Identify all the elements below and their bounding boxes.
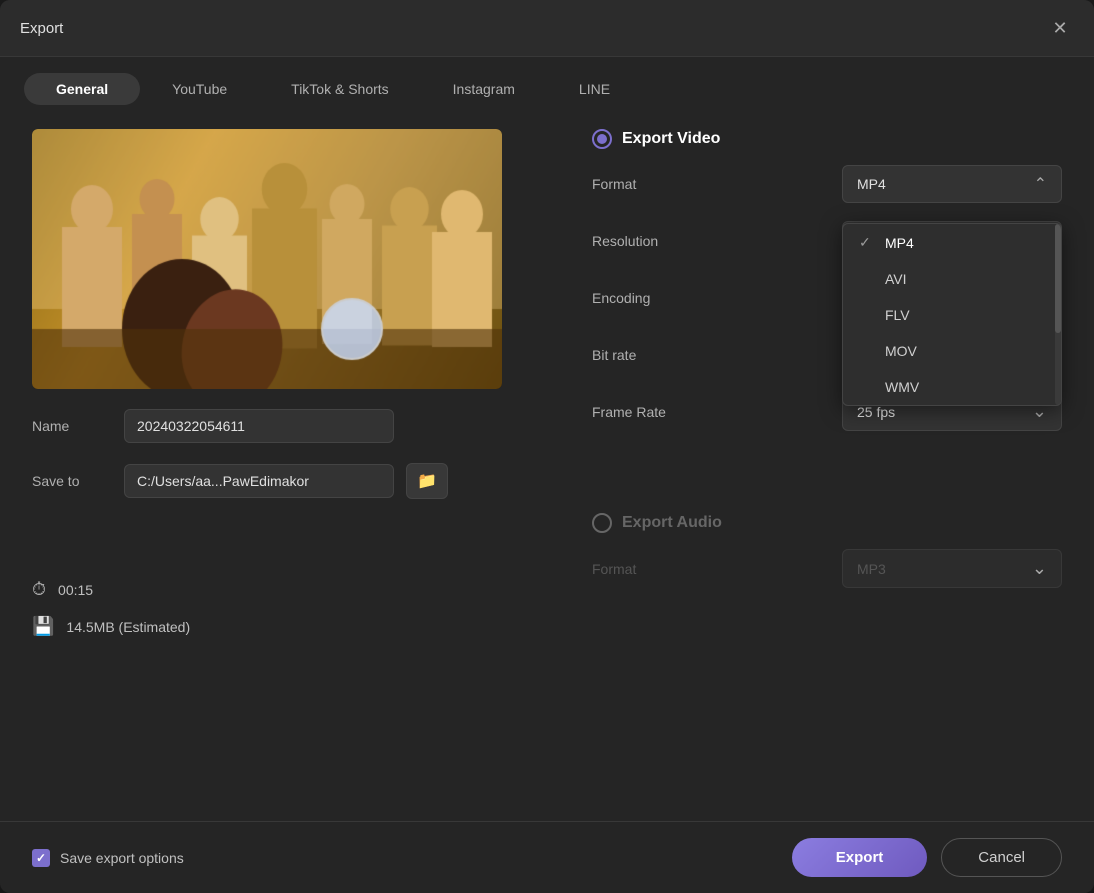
filesize-stat: 💾 14.5MB (Estimated)	[32, 616, 552, 637]
framerate-label: Frame Rate	[592, 404, 666, 420]
dropdown-item-wmv[interactable]: WMV	[843, 369, 1061, 405]
filesize-value: 14.5MB (Estimated)	[66, 619, 190, 635]
option-avi: AVI	[885, 271, 907, 287]
stats-section: ⏱ 00:15 💾 14.5MB (Estimated)	[32, 579, 552, 637]
export-audio-title: Export Audio	[622, 514, 722, 532]
scrollbar-track	[1055, 224, 1061, 405]
scrollbar-thumb[interactable]	[1055, 224, 1061, 333]
option-mov: MOV	[885, 343, 917, 359]
save-path-input[interactable]	[124, 464, 394, 498]
format-select[interactable]: MP4	[842, 165, 1062, 203]
chevron-up-icon	[1034, 174, 1047, 194]
export-video-title: Export Video	[622, 130, 720, 148]
titlebar: Export ✕	[0, 0, 1094, 57]
format-row: Format MP4 ✓ MP4 AVI	[592, 165, 1062, 203]
tab-general[interactable]: General	[24, 73, 140, 105]
name-row: Name	[32, 409, 552, 443]
audio-format-value: MP3	[857, 561, 886, 577]
main-content: Name Save to 📁 ⏱ 00:15 💾 14.5MB (	[0, 105, 1094, 821]
footer: Save export options Export Cancel	[0, 821, 1094, 893]
save-options-checkbox[interactable]	[32, 849, 50, 867]
format-label: Format	[592, 176, 636, 192]
export-button[interactable]: Export	[792, 838, 928, 877]
export-video-section: Export Video Format MP4 ✓ MP4	[592, 129, 1062, 449]
browse-folder-button[interactable]: 📁	[406, 463, 448, 499]
tab-instagram[interactable]: Instagram	[421, 73, 547, 105]
footer-buttons: Export Cancel	[792, 838, 1062, 877]
resolution-label: Resolution	[592, 233, 658, 249]
name-label: Name	[32, 418, 112, 434]
cancel-button[interactable]: Cancel	[941, 838, 1062, 877]
folder-icon: 📁	[417, 471, 437, 491]
format-value: MP4	[857, 176, 886, 192]
disk-icon: 💾	[32, 616, 54, 637]
dialog-title: Export	[20, 20, 63, 37]
right-panel: Export Video Format MP4 ✓ MP4	[592, 129, 1062, 797]
video-preview	[32, 129, 502, 389]
tabs-bar: General YouTube TikTok & Shorts Instagra…	[0, 57, 1094, 105]
encoding-label: Encoding	[592, 290, 650, 306]
export-audio-radio[interactable]	[592, 513, 612, 533]
option-flv: FLV	[885, 307, 910, 323]
export-video-radio[interactable]	[592, 129, 612, 149]
check-icon: ✓	[859, 234, 875, 251]
export-dialog: Export ✕ General YouTube TikTok & Shorts…	[0, 0, 1094, 893]
dropdown-item-mov[interactable]: MOV	[843, 333, 1061, 369]
chevron-down-icon5	[1032, 558, 1047, 579]
save-options: Save export options	[32, 849, 184, 867]
bitrate-label: Bit rate	[592, 347, 636, 363]
option-wmv: WMV	[885, 379, 919, 395]
export-audio-header: Export Audio	[592, 513, 1062, 533]
audio-format-select: MP3	[842, 549, 1062, 588]
dropdown-item-mp4[interactable]: ✓ MP4	[843, 224, 1061, 261]
duration-stat: ⏱ 00:15	[32, 579, 552, 600]
save-options-label: Save export options	[60, 850, 184, 866]
save-to-label: Save to	[32, 473, 112, 489]
tab-youtube[interactable]: YouTube	[140, 73, 259, 105]
name-input[interactable]	[124, 409, 394, 443]
duration-value: 00:15	[58, 582, 93, 598]
dropdown-item-avi[interactable]: AVI	[843, 261, 1061, 297]
tab-tiktok[interactable]: TikTok & Shorts	[259, 73, 421, 105]
export-audio-section: Export Audio Format MP3	[592, 513, 1062, 606]
audio-format-row: Format MP3	[592, 549, 1062, 588]
format-dropdown: ✓ MP4 AVI FLV MOV	[842, 223, 1062, 406]
left-panel: Name Save to 📁 ⏱ 00:15 💾 14.5MB (	[32, 129, 552, 797]
option-mp4: MP4	[885, 235, 914, 251]
preview-canvas	[32, 129, 502, 389]
close-button[interactable]: ✕	[1046, 14, 1074, 42]
tab-line[interactable]: LINE	[547, 73, 642, 105]
audio-format-label: Format	[592, 561, 636, 577]
save-to-row: Save to 📁	[32, 463, 552, 499]
dropdown-item-flv[interactable]: FLV	[843, 297, 1061, 333]
clock-icon: ⏱	[32, 579, 46, 600]
export-video-header: Export Video	[592, 129, 1062, 149]
